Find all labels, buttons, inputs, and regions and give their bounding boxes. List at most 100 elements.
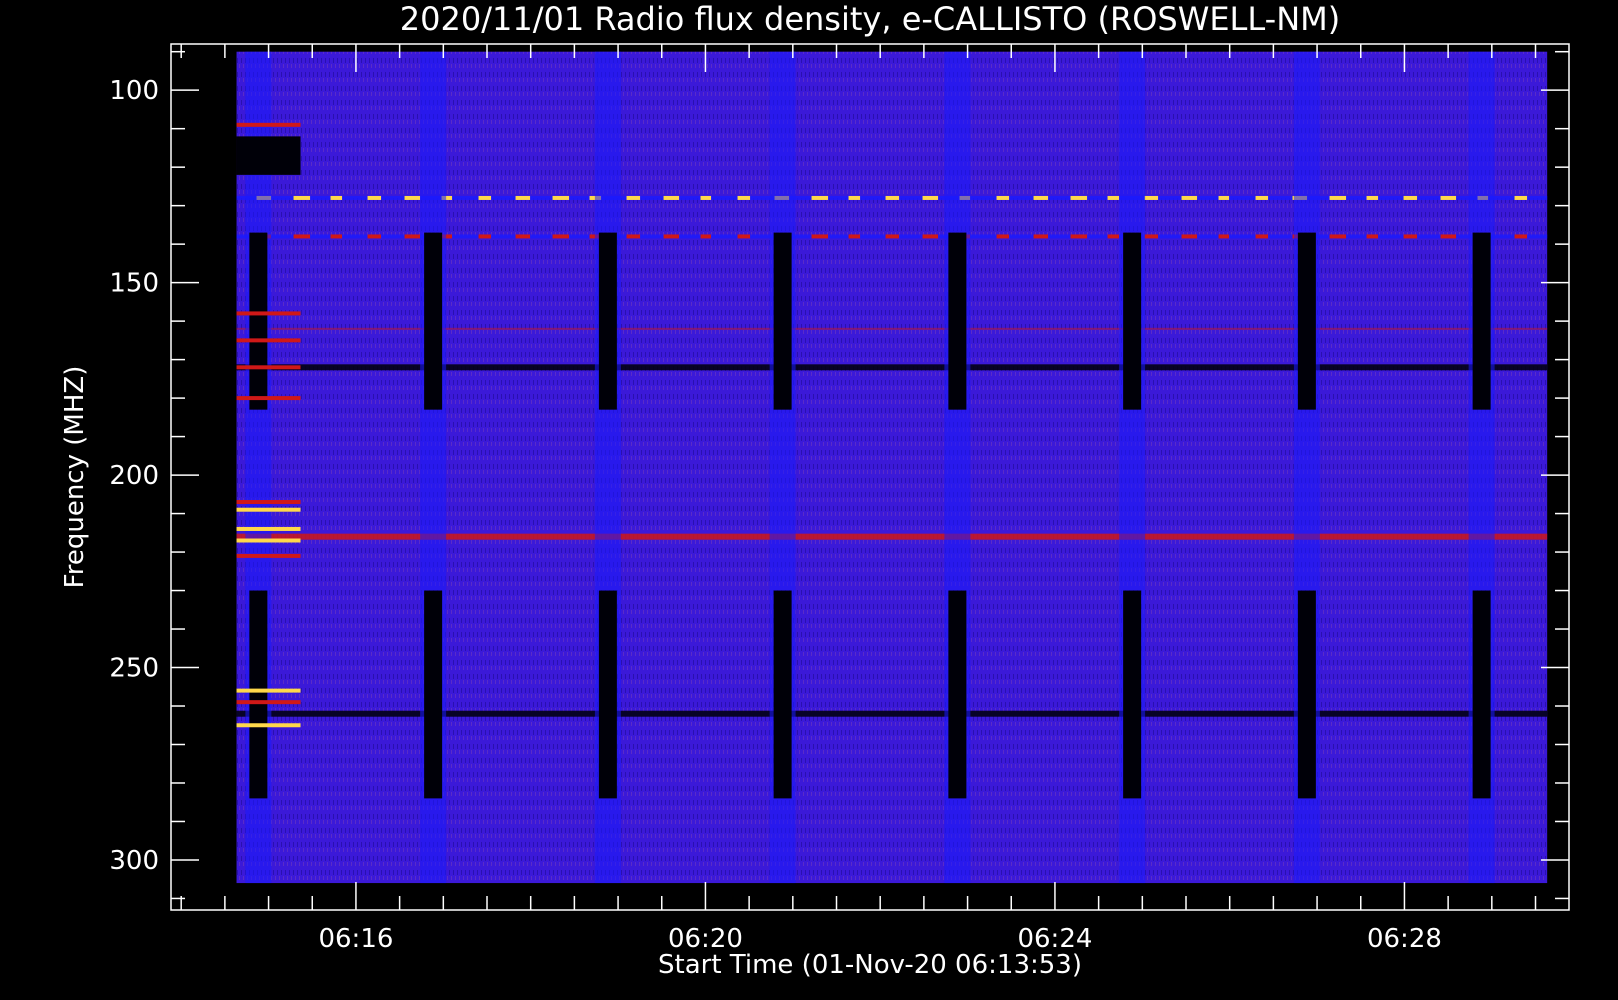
time-gap-block	[1472, 232, 1491, 410]
freq-band-dash	[1366, 195, 1379, 200]
early-burst-band	[236, 688, 301, 693]
early-burst-band	[236, 700, 301, 705]
freq-band-dash	[1218, 234, 1230, 239]
freq-band-dash	[996, 195, 1010, 200]
time-gap-block	[948, 590, 967, 799]
freq-band-dash	[626, 234, 641, 239]
time-gap-stripe	[245, 51, 272, 884]
time-gap-block	[598, 590, 617, 799]
early-burst-band	[236, 507, 301, 512]
freq-band-dash	[515, 234, 531, 239]
freq-band-dash	[293, 195, 311, 200]
freq-band-dash	[663, 234, 680, 239]
early-burst-band	[236, 723, 301, 728]
freq-band-dash	[885, 195, 900, 200]
early-dark-block	[236, 136, 301, 175]
time-gap-block	[1123, 590, 1142, 799]
x-tick-label: 06:28	[1367, 924, 1442, 954]
freq-band-dash	[737, 195, 751, 200]
freq-band-dash	[1255, 234, 1269, 239]
freq-band-dash	[1329, 195, 1347, 200]
freq-band-dash	[1403, 234, 1418, 239]
early-burst-band	[236, 122, 301, 127]
freq-band-dash	[996, 234, 1010, 239]
x-tick-label: 06:16	[318, 924, 393, 954]
freq-band-dash	[1107, 234, 1120, 239]
freq-band-dash	[478, 234, 492, 239]
time-gap-block	[1472, 590, 1491, 799]
freq-band-dash	[811, 195, 829, 200]
early-burst-band	[236, 365, 301, 370]
freq-band-dash	[293, 234, 311, 239]
freq-band-dash	[367, 234, 382, 239]
time-gap-block	[773, 232, 792, 410]
time-gap-block	[948, 232, 967, 410]
y-tick-label: 200	[109, 461, 159, 491]
freq-band-dash	[1514, 195, 1528, 200]
spectrogram-chart: 2020/11/01 Radio flux density, e-CALLIST…	[60, 0, 1570, 980]
time-gap-stripe	[769, 51, 796, 884]
freq-band-dash	[922, 234, 939, 239]
freq-band-dash	[848, 195, 861, 200]
freq-band-dash	[885, 234, 900, 239]
time-gap-stripe	[1293, 51, 1320, 884]
y-axis-label: Frequency (MHZ)	[60, 366, 90, 589]
time-gap-stripe	[420, 51, 447, 884]
freq-band-dash	[1218, 195, 1230, 200]
y-tick-label: 150	[109, 269, 159, 299]
freq-band-dash	[1440, 195, 1457, 200]
freq-band-dash	[1255, 195, 1269, 200]
x-axis-label: Start Time (01-Nov-20 06:13:53)	[658, 950, 1082, 980]
freq-band-dash	[404, 195, 421, 200]
time-gap-block	[249, 232, 268, 410]
freq-band-dash	[478, 195, 492, 200]
freq-band-dash	[1329, 234, 1347, 239]
freq-band-dash	[1070, 234, 1088, 239]
freq-band-dash	[737, 234, 751, 239]
time-gap-block	[1297, 232, 1316, 410]
early-burst-band	[236, 311, 301, 316]
freq-band-dash	[700, 195, 712, 200]
freq-band-dash	[626, 195, 641, 200]
freq-band-dash	[1070, 195, 1088, 200]
freq-band-dash	[1033, 195, 1049, 200]
freq-band-dash	[552, 195, 570, 200]
freq-band-dash	[330, 195, 343, 200]
freq-band-dash	[404, 234, 421, 239]
plot-area	[236, 51, 1548, 884]
freq-band-dash	[663, 195, 680, 200]
y-tick-label: 100	[109, 76, 159, 106]
freq-band-dash	[700, 234, 712, 239]
freq-band-dash	[1440, 234, 1457, 239]
freq-band-dash	[1033, 234, 1049, 239]
time-gap-stripe	[594, 51, 621, 884]
time-gap-stripe	[944, 51, 971, 884]
freq-band-dash	[848, 234, 861, 239]
freq-band-dash	[515, 195, 531, 200]
chart-title: 2020/11/01 Radio flux density, e-CALLIST…	[400, 0, 1340, 38]
freq-band-dash	[1107, 195, 1120, 200]
time-gap-block	[773, 590, 792, 799]
time-gap-block	[424, 232, 443, 410]
freq-band-dash	[1144, 234, 1159, 239]
freq-band-dash	[1366, 234, 1379, 239]
freq-band-dash	[330, 234, 343, 239]
early-burst-band	[236, 338, 301, 343]
freq-band-dash	[1181, 195, 1198, 200]
time-gap-stripe	[1119, 51, 1146, 884]
time-gap-block	[1123, 232, 1142, 410]
freq-band-dash	[922, 195, 939, 200]
time-gap-block	[1297, 590, 1316, 799]
early-burst-band	[236, 553, 301, 558]
early-burst-band	[236, 538, 301, 543]
time-gap-block	[424, 590, 443, 799]
freq-band-dash	[811, 234, 829, 239]
time-gap-block	[598, 232, 617, 410]
time-gap-block	[249, 590, 268, 799]
time-gap-stripe	[1468, 51, 1495, 884]
freq-band-dash	[1181, 234, 1198, 239]
freq-band-dash	[1514, 234, 1528, 239]
early-burst-band	[236, 396, 301, 401]
y-tick-label: 250	[109, 654, 159, 684]
early-burst-band	[236, 500, 301, 505]
